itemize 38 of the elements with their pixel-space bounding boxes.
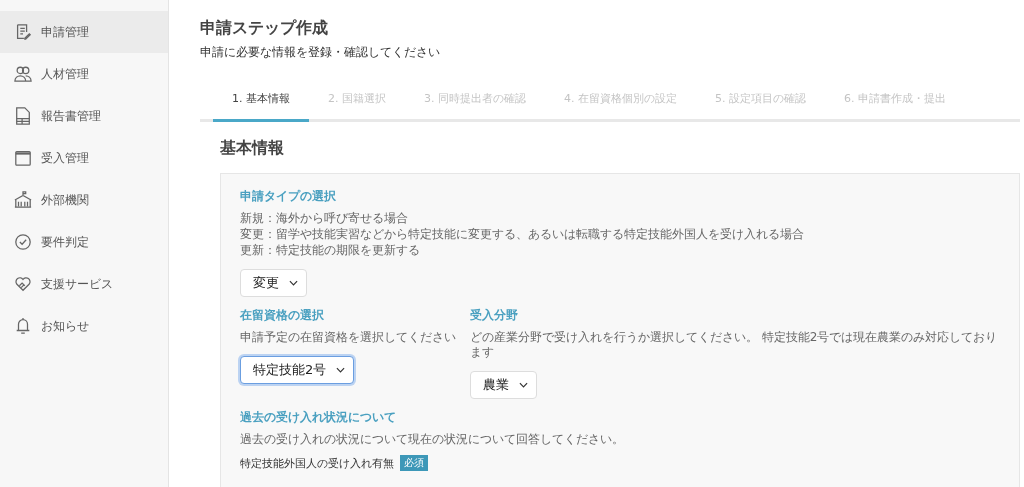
field-note: 申請予定の在留資格を選択してください (240, 330, 456, 345)
step-tab[interactable]: 1. 基本情報 (213, 91, 309, 122)
building-icon (14, 191, 32, 209)
field-note: 変更：留学や技能実習などから特定技能に変更する、あるいは転職する特定技能外国人を受け入れる場合 (240, 227, 805, 242)
heart-icon (14, 275, 32, 293)
sidebar-item[interactable]: 要件判定 (0, 221, 168, 263)
field-title: 受入分野 (470, 307, 518, 324)
select-field[interactable]: 変更 (240, 269, 307, 297)
sidebar-item[interactable]: 受入管理 (0, 137, 168, 179)
bell-icon (14, 317, 32, 335)
chevron-down-icon (336, 367, 346, 373)
field-note: 新規：海外から呼び寄せる場合 (240, 211, 409, 226)
chevron-down-icon (519, 382, 528, 388)
field-note: 過去の受け入れの状況について現在の状況について回答してください。 (240, 432, 625, 447)
sidebar-item[interactable]: お知らせ (0, 305, 168, 347)
select-field[interactable]: 農業 (470, 371, 537, 399)
chevron-down-icon (289, 280, 298, 286)
question-label: 特定技能外国人の受け入れ有無 (240, 455, 394, 471)
sidebar-item[interactable]: 報告書管理 (0, 95, 168, 137)
field-title: 在留資格の選択 (240, 307, 324, 324)
sidebar-item[interactable]: 支援サービス (0, 263, 168, 305)
sidebar-item[interactable]: 人材管理 (0, 53, 168, 95)
field-title: 過去の受け入れ状況について (240, 409, 397, 426)
calendar-icon (14, 149, 32, 167)
people-icon (14, 65, 32, 83)
sidebar-item[interactable]: 外部機関 (0, 179, 168, 221)
field-note: 更新：特定技能の期限を更新する (240, 243, 421, 258)
field-title: 申請タイプの選択 (240, 188, 337, 205)
required-badge: 必須 (400, 455, 428, 471)
page-subtitle: 申請に必要な情報を登録・確認してください (200, 44, 441, 61)
document-icon (14, 107, 32, 125)
section-heading: 基本情報 (220, 138, 285, 159)
page-title: 申請ステップ作成 (200, 18, 329, 39)
check-circle-icon (14, 233, 32, 251)
select-field[interactable]: 特定技能2号 (240, 356, 355, 384)
sidebar-item[interactable]: 申請管理 (0, 11, 168, 53)
document-pen-icon (14, 23, 32, 41)
field-note: どの産業分野で受け入れを行うか選択してください。 特定技能2号では現在農業のみ対応しております (470, 330, 999, 360)
